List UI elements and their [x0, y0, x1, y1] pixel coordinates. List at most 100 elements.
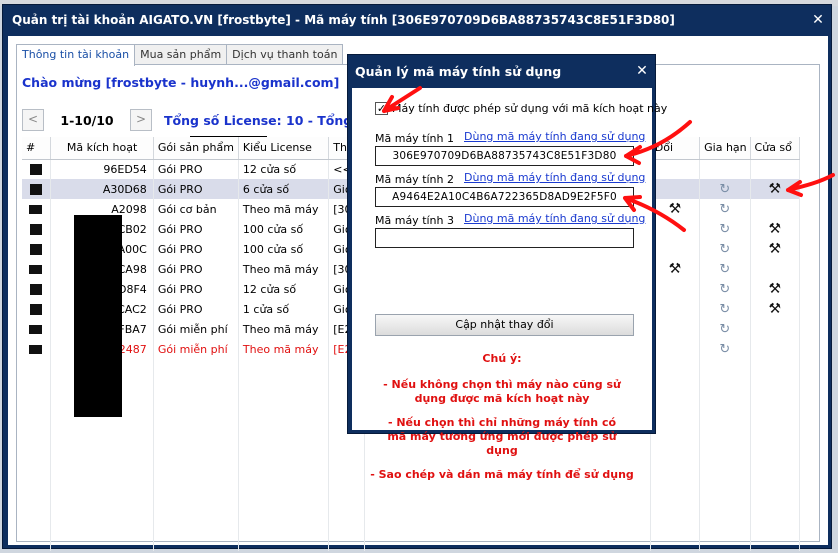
row-pkg-cell: Gói PRO	[153, 259, 239, 279]
row-type-cell	[22, 259, 51, 279]
row-renew-cell: ↻	[699, 199, 751, 219]
window-grid-icon	[29, 224, 42, 235]
machine-code-3-field[interactable]	[375, 228, 634, 248]
row-renew-cell: ↻	[699, 299, 751, 319]
row-swap-cell	[650, 299, 701, 319]
empty-cell	[153, 359, 239, 551]
tools-icon[interactable]: ⚒	[768, 181, 781, 197]
refresh-icon[interactable]: ↻	[719, 302, 730, 317]
row-renew-cell: ↻	[699, 259, 751, 279]
row-type-cell: 1 cửa số	[238, 299, 330, 319]
dialog-body: ✓ Máy tính được phép sử dụng với mã kích…	[352, 88, 667, 481]
row-swap-cell	[650, 319, 701, 339]
tab-buy-products[interactable]: Mua sản phẩm	[134, 44, 228, 65]
row-windows-cell: ⚒	[750, 279, 801, 299]
use-current-link-2[interactable]: Dùng mã máy tính đang sử dụng	[464, 171, 645, 184]
row-type-cell: Theo mã máy	[238, 199, 330, 219]
row-windows-cell	[750, 339, 801, 359]
monitor-icon	[29, 345, 43, 354]
allowed-machines-checkbox[interactable]: ✓ Máy tính được phép sử dụng với mã kích…	[375, 102, 667, 115]
note-2: - Nếu chọn thì chỉ những máy tính có mã …	[387, 416, 617, 457]
row-type-cell: 6 cửa số	[238, 179, 330, 199]
row-pkg-cell: Gói PRO	[153, 239, 239, 259]
row-renew-cell: ↻	[699, 239, 751, 259]
title-bar[interactable]: Quản trị tài khoản AIGATO.VN [frostbyte]…	[3, 5, 831, 35]
empty-cell	[650, 359, 701, 551]
row-swap-cell	[650, 179, 701, 199]
refresh-icon[interactable]: ↻	[719, 182, 730, 197]
col-license-type[interactable]: Kiểu License	[238, 137, 330, 160]
row-type-cell: Theo mã máy	[238, 319, 330, 339]
tools-icon[interactable]: ⚒	[768, 301, 781, 317]
use-current-link-3[interactable]: Dùng mã máy tính đang sử dụng	[464, 212, 645, 225]
row-swap-cell: ⚒	[650, 199, 701, 219]
window-grid-icon	[29, 284, 42, 295]
row-swap-cell	[650, 239, 701, 259]
row-code-cell: A30D68	[50, 179, 154, 199]
row-swap-cell	[650, 219, 701, 239]
note-title: Chú ý:	[482, 352, 522, 365]
row-type-cell	[22, 339, 51, 359]
col-renew[interactable]: Gia hạn	[699, 137, 751, 160]
dialog-close-icon[interactable]: ✕	[629, 63, 655, 79]
tools-icon[interactable]: ⚒	[768, 241, 781, 257]
row-type-cell	[22, 299, 51, 319]
row-type-cell	[22, 219, 51, 239]
col-index[interactable]: #	[22, 137, 51, 160]
tools-icon[interactable]: ⚒	[768, 221, 781, 237]
tools-icon[interactable]: ⚒	[669, 261, 682, 277]
refresh-icon[interactable]: ↻	[719, 342, 730, 357]
checkbox-check-icon[interactable]: ✓	[375, 102, 388, 115]
refresh-icon[interactable]: ↻	[719, 282, 730, 297]
refresh-icon[interactable]: ↻	[719, 242, 730, 257]
tab-payment-services[interactable]: Dịch vụ thanh toán	[226, 44, 344, 65]
row-type-cell: Theo mã máy	[238, 339, 330, 359]
use-current-link-1[interactable]: Dùng mã máy tính đang sử dụng	[464, 130, 645, 143]
row-pkg-cell: Gói PRO	[153, 179, 239, 199]
tools-icon[interactable]: ⚒	[669, 201, 682, 217]
notes-section: Chú ý: - Nếu không chọn thì máy nào cũng…	[352, 346, 652, 492]
checkbox-label: Máy tính được phép sử dụng với mã kích h…	[392, 102, 668, 115]
refresh-icon[interactable]: ↻	[719, 262, 730, 277]
col-package[interactable]: Gói sản phẩm	[153, 137, 239, 160]
row-swap-cell	[650, 339, 701, 359]
note-1: - Nếu không chọn thì máy nào cũng sử dụn…	[383, 378, 621, 405]
row-renew-cell: ↻	[699, 339, 751, 359]
close-icon[interactable]: ✕	[805, 12, 831, 28]
machine-code-2-label: Mã máy tính 2	[375, 173, 454, 186]
pager: < 1-10/10 > Tổng số License: 10 - Tổng x…	[22, 109, 374, 131]
row-pkg-cell: Gói miễn phí	[153, 339, 239, 359]
col-activation-code[interactable]: Mã kích hoạt	[50, 137, 154, 160]
row-renew-cell: ↻	[699, 219, 751, 239]
tools-icon[interactable]: ⚒	[768, 281, 781, 297]
row-renew-cell	[699, 159, 751, 179]
refresh-icon[interactable]: ↻	[719, 322, 730, 337]
license-total: Tổng số License: 10 - Tổng xu	[164, 112, 374, 128]
update-changes-button[interactable]: Cập nhật thay đổi	[375, 314, 634, 336]
refresh-icon[interactable]: ↻	[719, 202, 730, 217]
redaction-bar	[74, 215, 122, 417]
empty-cell	[238, 359, 330, 551]
next-page-button[interactable]: >	[130, 109, 152, 131]
col-windows[interactable]: Cửa sổ	[750, 137, 801, 160]
row-type-cell	[22, 239, 51, 259]
col-swap[interactable]: Đổi	[650, 137, 701, 160]
dialog-title: Quản lý mã máy tính sử dụng	[355, 63, 562, 79]
row-windows-cell: ⚒	[750, 239, 801, 259]
note-3: - Sao chép và dán mã máy tính để sử dụng	[370, 468, 634, 481]
prev-page-button[interactable]: <	[22, 109, 44, 131]
machine-code-2-field[interactable]: A9464E2A10C4B6A722365D8AD9E2F5F0	[375, 187, 634, 207]
row-type-cell	[22, 179, 51, 199]
row-type-cell	[22, 159, 51, 179]
row-windows-cell: ⚒	[750, 299, 801, 319]
window-title: Quản trị tài khoản AIGATO.VN [frostbyte]…	[12, 13, 675, 27]
machine-code-1-field[interactable]: 306E970709D6BA88735743C8E51F3D80	[375, 146, 634, 166]
row-pkg-cell: Gói PRO	[153, 279, 239, 299]
refresh-icon[interactable]: ↻	[719, 222, 730, 237]
machine-code-1-label: Mã máy tính 1	[375, 132, 454, 145]
tab-account-info[interactable]: Thông tin tài khoản	[16, 44, 136, 66]
row-windows-cell	[750, 199, 801, 219]
dialog-title-bar[interactable]: Quản lý mã máy tính sử dụng ✕	[348, 55, 655, 87]
row-type-cell: 100 cửa số	[238, 219, 330, 239]
empty-cell	[22, 359, 51, 551]
